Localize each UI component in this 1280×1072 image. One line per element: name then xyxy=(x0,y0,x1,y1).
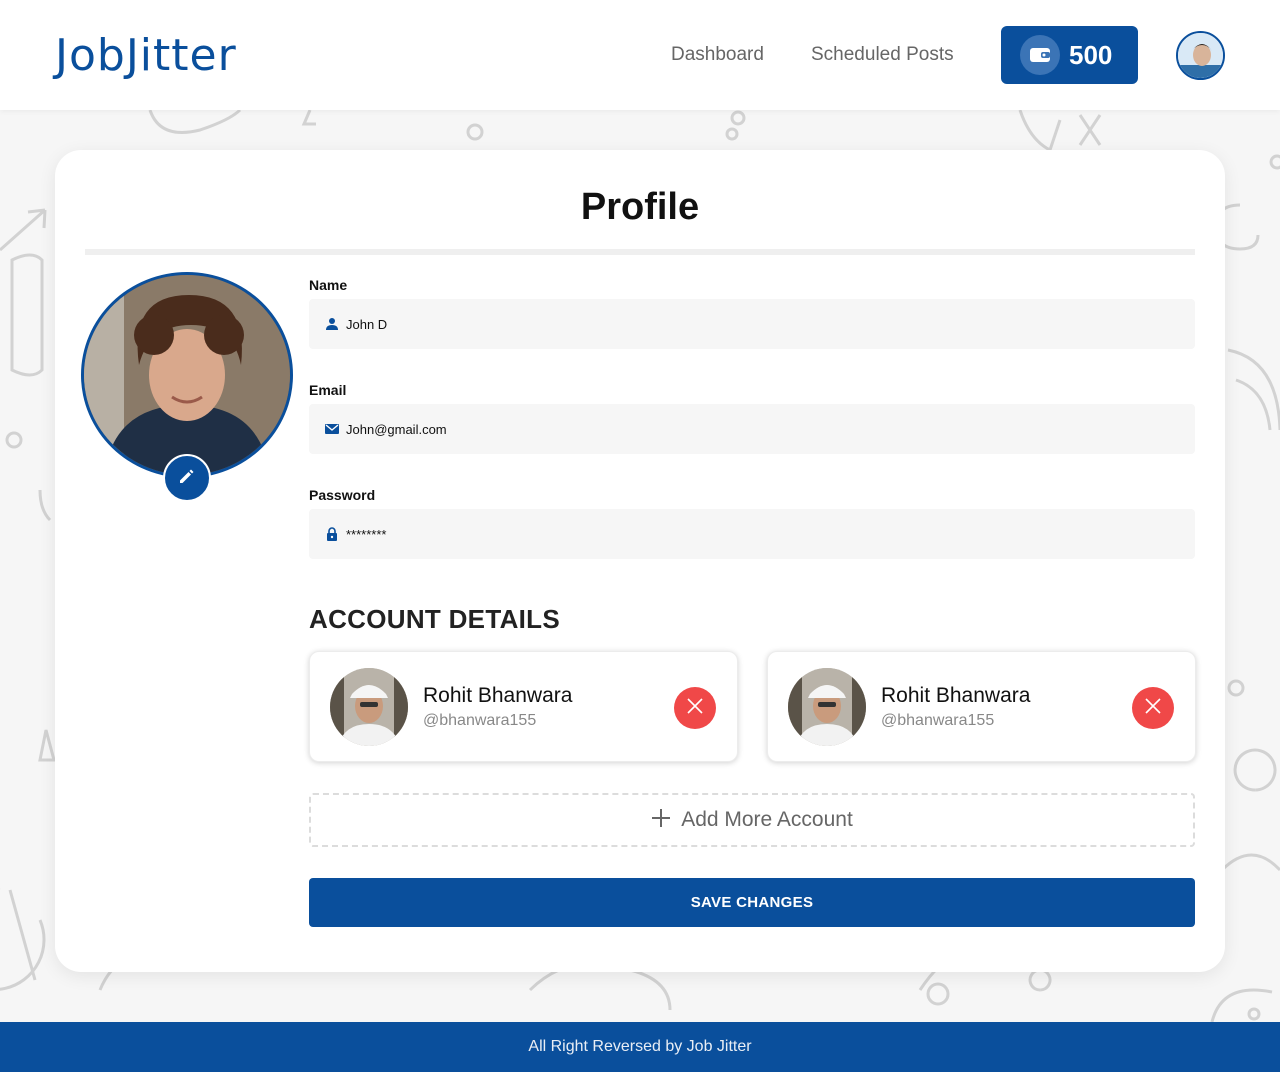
name-input[interactable] xyxy=(346,316,1146,332)
account-card: Rohit Bhanwara @bhanwara155 xyxy=(309,651,738,762)
add-more-account-button[interactable]: Add More Account xyxy=(309,793,1195,847)
profile-card: Profile Name Email Password xyxy=(55,150,1225,972)
lock-icon xyxy=(325,527,339,541)
user-avatar[interactable] xyxy=(1176,31,1225,80)
account-name: Rohit Bhanwara xyxy=(423,684,573,707)
title-divider xyxy=(85,249,1195,255)
wallet-icon xyxy=(1020,35,1060,75)
save-changes-button[interactable]: SAVE CHANGES xyxy=(309,878,1195,927)
wallet-balance-button[interactable]: 500 xyxy=(1001,26,1138,84)
account-avatar xyxy=(330,668,408,746)
plus-icon xyxy=(651,808,671,833)
profile-photo xyxy=(81,272,293,478)
password-input[interactable] xyxy=(346,526,1146,542)
wallet-balance: 500 xyxy=(1069,39,1113,70)
name-label: Name xyxy=(309,277,348,293)
top-header: JobJitter Dashboard Scheduled Posts 500 xyxy=(0,0,1280,110)
account-handle: @bhanwara155 xyxy=(423,712,537,729)
footer-text: All Right Reversed by Job Jitter xyxy=(528,1038,752,1055)
email-input[interactable] xyxy=(346,421,1146,437)
nav-dashboard-link[interactable]: Dashboard xyxy=(671,44,764,66)
account-handle: @bhanwara155 xyxy=(881,712,995,729)
remove-account-button[interactable] xyxy=(1132,687,1174,729)
add-more-account-label: Add More Account xyxy=(681,808,853,831)
account-details-heading: ACCOUNT DETAILS xyxy=(309,604,561,634)
close-icon xyxy=(686,697,704,720)
email-field[interactable] xyxy=(309,404,1195,454)
edit-photo-button[interactable] xyxy=(163,454,211,502)
close-icon xyxy=(1144,697,1162,720)
name-field[interactable] xyxy=(309,299,1195,349)
person-icon xyxy=(325,317,339,331)
mail-icon xyxy=(325,422,339,436)
page-title: Profile xyxy=(580,186,700,228)
password-field[interactable] xyxy=(309,509,1195,559)
account-card: Rohit Bhanwara @bhanwara155 xyxy=(767,651,1196,762)
account-name: Rohit Bhanwara xyxy=(881,684,1031,707)
brand-logo[interactable]: JobJitter xyxy=(55,30,237,81)
footer: All Right Reversed by Job Jitter xyxy=(0,1022,1280,1072)
email-label: Email xyxy=(309,382,347,398)
remove-account-button[interactable] xyxy=(674,687,716,729)
nav-scheduled-posts-link[interactable]: Scheduled Posts xyxy=(811,44,954,66)
password-label: Password xyxy=(309,487,376,503)
account-avatar xyxy=(788,668,866,746)
pencil-icon xyxy=(177,466,197,491)
